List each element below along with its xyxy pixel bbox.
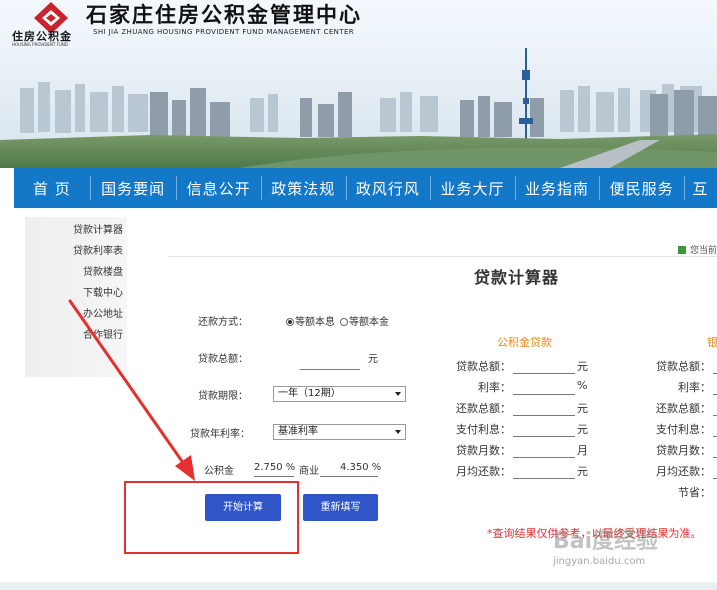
commercial-rate-label: 商业	[299, 466, 319, 477]
city-skyline-image	[0, 40, 717, 168]
site-title: 石家庄住房公积金管理中心	[86, 2, 362, 27]
watermark-url: jingyan.baidu.com	[553, 556, 646, 567]
result-repay-total-label: 还款总额：	[456, 402, 511, 415]
footer-strip	[0, 582, 717, 590]
annotation-highlight-box	[124, 481, 299, 554]
bank-field-line	[713, 436, 717, 437]
main-nav: 首 页 国务要闻 信息公开 政策法规 政风行风 业务大厅 业务指南 便民服务 互	[14, 168, 717, 208]
page-title: 贷款计算器	[474, 268, 560, 287]
annual-rate-label: 贷款年利率：	[190, 429, 250, 440]
sidebar-item-rate-table[interactable]: 贷款利率表	[25, 241, 127, 262]
commercial-rate-value: 4.350 %	[340, 462, 382, 473]
result-rate-field	[513, 394, 575, 395]
bank-interest-label: 支付利息：	[656, 423, 711, 436]
loan-term-label: 贷款期限：	[198, 391, 248, 402]
bank-monthly-label: 月均还款：	[656, 465, 711, 478]
nav-item-conduct[interactable]: 政风行风	[345, 168, 431, 208]
repay-option-equal-principal[interactable]: 等额本金	[340, 313, 389, 328]
nav-item-news[interactable]: 国务要闻	[89, 168, 177, 208]
result-monthly-field	[513, 478, 575, 479]
watermark-logo: Bai度经验	[553, 529, 659, 554]
nav-item-service-hall[interactable]: 业务大厅	[430, 168, 515, 208]
bank-field-line	[713, 415, 717, 416]
result-total-label: 贷款总额：	[456, 360, 511, 373]
breadcrumb-text: 您当前	[690, 246, 717, 256]
site-subtitle: SHI JIA ZHUANG HOUSING PROVIDENT FUND MA…	[93, 28, 355, 36]
sidebar-item-partner-banks[interactable]: 合作银行	[25, 325, 127, 346]
result-months-unit: 月	[577, 444, 588, 457]
result-repay-total-field	[513, 415, 575, 416]
radio-icon-selected[interactable]	[286, 318, 294, 326]
loan-amount-label: 贷款总额：	[198, 354, 248, 365]
bank-months-label: 贷款月数：	[656, 444, 711, 457]
bank-field-line	[713, 373, 717, 374]
nav-item-policy[interactable]: 政策法规	[260, 168, 346, 208]
nav-item-convenience[interactable]: 便民服务	[599, 168, 684, 208]
fund-loan-heading: 公积金贷款	[497, 336, 552, 349]
result-monthly-label: 月均还款：	[456, 465, 511, 478]
result-interest-unit: 元	[577, 423, 588, 436]
chevron-down-icon	[395, 430, 401, 434]
reset-button[interactable]: 重新填写	[303, 494, 378, 521]
annual-rate-select[interactable]: 基准利率	[273, 424, 406, 440]
commercial-rate-underline	[320, 476, 378, 477]
bank-total-label: 贷款总额：	[656, 360, 711, 373]
bank-field-line	[713, 394, 717, 395]
result-rate-label: 利率：	[478, 381, 511, 394]
breadcrumb: 您当前	[678, 243, 717, 256]
result-interest-field	[513, 436, 575, 437]
bank-repay-total-label: 还款总额：	[656, 402, 711, 415]
sidebar-item-downloads[interactable]: 下载中心	[25, 283, 127, 304]
bank-loan-heading: 银	[707, 336, 717, 349]
bank-savings-label: 节省：	[678, 486, 711, 499]
result-rate-unit: %	[577, 379, 588, 392]
bank-field-line	[713, 478, 717, 479]
header-banner: 住房公积金 HOUSING PROVIDENT FUND 石家庄住房公积金管理中…	[0, 0, 717, 168]
bank-field-line	[713, 457, 717, 458]
divider	[168, 256, 717, 257]
result-total-field	[513, 373, 575, 374]
fund-rate-label: 公积金	[204, 466, 234, 477]
result-repay-total-unit: 元	[577, 402, 588, 415]
result-total-unit: 元	[577, 360, 588, 373]
nav-item-more[interactable]: 互	[683, 168, 717, 208]
result-months-label: 贷款月数：	[456, 444, 511, 457]
loan-amount-input[interactable]	[300, 369, 360, 370]
chevron-down-icon	[395, 392, 401, 396]
fund-rate-value: 2.750 %	[254, 462, 296, 473]
location-icon	[678, 246, 686, 254]
bank-rate-label: 利率：	[678, 381, 711, 394]
sidebar-item-office-address[interactable]: 办公地址	[25, 304, 127, 325]
logo-subtext: HOUSING PROVIDENT FUND	[12, 42, 68, 47]
nav-item-info[interactable]: 信息公开	[176, 168, 261, 208]
radio-icon[interactable]	[340, 318, 348, 326]
sidebar-item-loan-properties[interactable]: 贷款楼盘	[25, 262, 127, 283]
repay-method-label: 还款方式：	[198, 317, 248, 328]
loan-amount-unit: 元	[368, 354, 378, 365]
nav-item-guide[interactable]: 业务指南	[514, 168, 600, 208]
sidebar-item-loan-calculator[interactable]: 贷款计算器	[25, 220, 127, 241]
sidebar: 贷款计算器 贷款利率表 贷款楼盘 下载中心 办公地址 合作银行	[25, 217, 127, 377]
fund-rate-underline	[254, 476, 294, 477]
repay-option-equal-installment[interactable]: 等额本息	[286, 313, 335, 328]
loan-term-select[interactable]: 一年（12期）	[273, 386, 406, 402]
result-monthly-unit: 元	[577, 465, 588, 478]
result-months-field	[513, 457, 575, 458]
result-interest-label: 支付利息：	[456, 423, 511, 436]
nav-item-home[interactable]: 首 页	[14, 168, 90, 208]
